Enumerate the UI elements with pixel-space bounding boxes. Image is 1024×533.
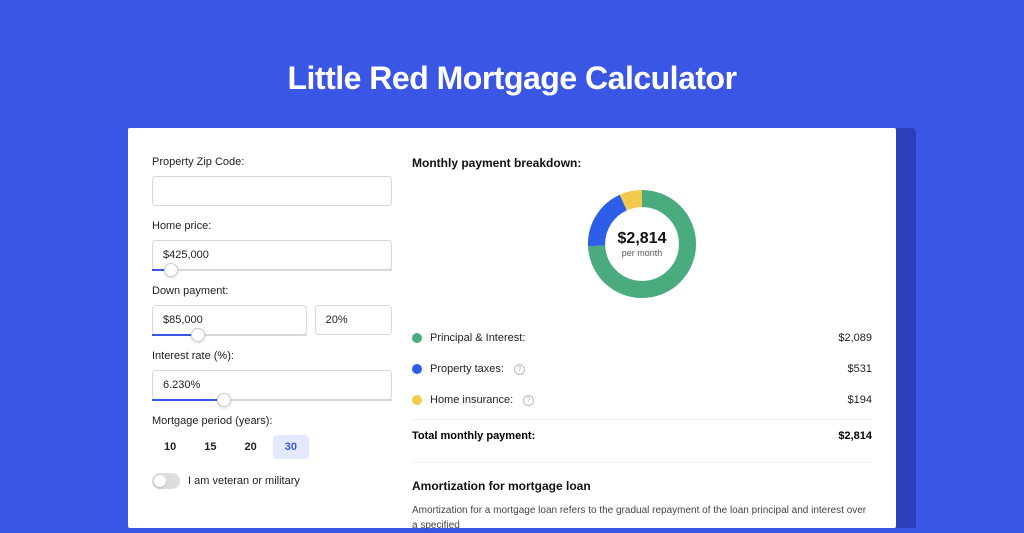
down-label: Down payment: (152, 285, 392, 297)
legend-principal: Principal & Interest: $2,089 (412, 322, 872, 353)
legend-taxes-value: $531 (848, 363, 872, 375)
price-slider-thumb[interactable] (164, 263, 178, 277)
amortization-title: Amortization for mortgage loan (412, 479, 872, 493)
legend-taxes: Property taxes: ? $531 (412, 353, 872, 384)
calculator-card: Property Zip Code: Home price: Down paym… (128, 128, 896, 528)
zip-field: Property Zip Code: (152, 156, 392, 206)
legend-insurance: Home insurance: ? $194 (412, 384, 872, 415)
total-row: Total monthly payment: $2,814 (412, 419, 872, 456)
period-15[interactable]: 15 (192, 435, 228, 459)
zip-input[interactable] (152, 176, 392, 206)
period-label: Mortgage period (years): (152, 415, 392, 427)
info-icon[interactable]: ? (523, 395, 534, 406)
period-30[interactable]: 30 (273, 435, 309, 459)
dot-yellow-icon (412, 395, 422, 405)
donut-amount: $2,814 (618, 230, 667, 248)
rate-field: Interest rate (%): (152, 350, 392, 401)
rate-label: Interest rate (%): (152, 350, 392, 362)
legend-principal-value: $2,089 (838, 332, 872, 344)
total-value: $2,814 (838, 430, 872, 442)
total-label: Total monthly payment: (412, 430, 535, 442)
period-10[interactable]: 10 (152, 435, 188, 459)
period-20[interactable]: 20 (233, 435, 269, 459)
legend-taxes-label: Property taxes: (430, 363, 504, 375)
veteran-label: I am veteran or military (188, 475, 300, 487)
period-buttons: 10 15 20 30 (152, 435, 392, 459)
price-label: Home price: (152, 220, 392, 232)
rate-slider-thumb[interactable] (217, 393, 231, 407)
down-slider-thumb[interactable] (191, 328, 205, 342)
down-slider[interactable] (152, 334, 307, 336)
price-input[interactable] (152, 240, 392, 270)
donut-chart-wrap: $2,814 per month (412, 184, 872, 304)
period-field: Mortgage period (years): 10 15 20 30 (152, 415, 392, 459)
veteran-row: I am veteran or military (152, 473, 392, 489)
zip-label: Property Zip Code: (152, 156, 392, 168)
amortization-text: Amortization for a mortgage loan refers … (412, 503, 872, 533)
price-field: Home price: (152, 220, 392, 271)
breakdown-title: Monthly payment breakdown: (412, 156, 872, 170)
legend-principal-label: Principal & Interest: (430, 332, 525, 344)
rate-slider[interactable] (152, 399, 392, 401)
down-amount-input[interactable] (152, 305, 307, 335)
page-title: Little Red Mortgage Calculator (0, 0, 1024, 121)
rate-input[interactable] (152, 370, 392, 400)
legend-insurance-value: $194 (848, 394, 872, 406)
dot-green-icon (412, 333, 422, 343)
dot-blue-icon (412, 364, 422, 374)
amortization-section: Amortization for mortgage loan Amortizat… (412, 462, 872, 533)
legend-insurance-label: Home insurance: (430, 394, 513, 406)
info-icon[interactable]: ? (514, 364, 525, 375)
donut-center: $2,814 per month (582, 184, 702, 304)
breakdown-column: Monthly payment breakdown: $2,814 per mo… (412, 156, 872, 500)
inputs-column: Property Zip Code: Home price: Down paym… (152, 156, 392, 500)
price-slider[interactable] (152, 269, 392, 271)
veteran-toggle[interactable] (152, 473, 180, 489)
down-field: Down payment: (152, 285, 392, 336)
donut-per-month: per month (622, 248, 663, 258)
down-percent-input[interactable] (315, 305, 392, 335)
donut-chart: $2,814 per month (582, 184, 702, 304)
